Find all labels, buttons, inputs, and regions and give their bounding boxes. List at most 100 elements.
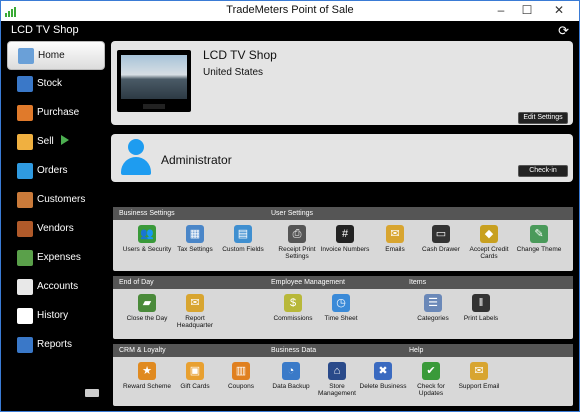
gift-cards-tile[interactable]: ▣ Gift Cards <box>169 362 221 390</box>
sidebar-item-history[interactable]: History <box>7 302 105 331</box>
coupons-icon: ▥ <box>232 362 250 380</box>
tax-settings-tile[interactable]: ▦ Tax Settings <box>169 225 221 253</box>
sidebar-item-label: Home <box>38 50 65 61</box>
clock-icon: ◷ <box>332 294 350 312</box>
shop-card: LCD TV Shop United States Edit Settings <box>111 41 573 125</box>
sidebar-item-sell[interactable]: Sell <box>7 128 105 157</box>
theme-icon: ✎ <box>530 225 548 243</box>
barcode-icon: ‖ <box>472 294 490 312</box>
sidebar-item-label: Customers <box>37 194 86 205</box>
maximize-button[interactable]: ☐ <box>514 2 540 19</box>
avatar <box>119 139 153 177</box>
sidebar-item-purchase[interactable]: Purchase <box>7 99 105 128</box>
tile-label: Users & Security <box>122 246 172 253</box>
section-user-settings: User Settings <box>271 210 314 217</box>
close-the-day-tile[interactable]: ▰ Close the Day <box>121 294 173 322</box>
commissions-tile[interactable]: $ Commissions <box>267 294 319 322</box>
tile-label: Commissions <box>273 315 313 322</box>
sell-icon <box>17 134 33 150</box>
sidebar-item-vendors[interactable]: Vendors <box>7 215 105 244</box>
categories-tile[interactable]: ☰ Categories <box>407 294 459 322</box>
panel-header: Business Settings User Settings <box>113 207 573 220</box>
check-for-updates-tile[interactable]: ✔ Check for Updates <box>405 362 457 397</box>
sidebar-item-customers[interactable]: Customers <box>7 186 105 215</box>
coupons-tile[interactable]: ▥ Coupons <box>215 362 267 390</box>
commissions-icon: $ <box>284 294 302 312</box>
receipt-print-settings-tile[interactable]: ⎙ Receipt Print Settings <box>271 225 323 260</box>
email-icon: ✉ <box>386 225 404 243</box>
app-window: TradeMeters Point of Sale – ☐ ✕ LCD TV S… <box>0 0 580 412</box>
tile-label: Gift Cards <box>180 383 210 390</box>
keyboard-icon[interactable] <box>85 389 99 397</box>
data-backup-tile[interactable]: ◔ Data Backup <box>265 362 317 390</box>
categories-icon: ☰ <box>424 294 442 312</box>
tile-label: Check for Updates <box>417 383 445 397</box>
users-icon: 👥 <box>138 225 156 243</box>
close-button[interactable]: ✕ <box>540 2 578 19</box>
shop-card-country: United States <box>203 67 264 78</box>
section-business-settings: Business Settings <box>119 210 175 217</box>
sidebar-item-label: Accounts <box>37 281 79 292</box>
history-icon <box>17 308 33 324</box>
orders-icon <box>17 163 33 179</box>
print-labels-tile[interactable]: ‖ Print Labels <box>455 294 507 322</box>
tile-label: Tax Settings <box>177 246 213 253</box>
report-headquarter-tile[interactable]: ✉ Report Headquarter <box>169 294 221 329</box>
calculator-icon: ▦ <box>186 225 204 243</box>
play-arrow-icon <box>61 135 69 145</box>
shop-card-name: LCD TV Shop <box>203 48 277 62</box>
operations-panel: End of Day Employee Management Items ▰ C… <box>113 276 573 339</box>
sidebar-item-stock[interactable]: Stock <box>7 70 105 99</box>
tile-label: Time Sheet <box>324 315 358 322</box>
sidebar-item-label: Expenses <box>37 252 81 263</box>
sidebar-item-orders[interactable]: Orders <box>7 157 105 186</box>
refresh-icon[interactable]: ⟳ <box>558 23 569 39</box>
support-email-tile[interactable]: ✉ Support Email <box>453 362 505 390</box>
delete-business-tile[interactable]: ✖ Delete Business <box>357 362 409 390</box>
reward-icon: ★ <box>138 362 156 380</box>
sidebar-item-home[interactable]: Home <box>7 41 105 70</box>
tile-label: Close the Day <box>126 315 168 322</box>
users-security-tile[interactable]: 👥 Users & Security <box>121 225 173 253</box>
tile-label: Coupons <box>227 383 255 390</box>
accept-credit-cards-tile[interactable]: ◆ Accept Credit Cards <box>463 225 515 260</box>
custom-fields-icon: ▤ <box>234 225 252 243</box>
store-management-tile[interactable]: ⌂ Store Management <box>311 362 363 397</box>
tile-label: Reward Scheme <box>122 383 172 390</box>
section-employee-management: Employee Management <box>271 279 345 286</box>
invoice-numbers-tile[interactable]: # Invoice Numbers <box>319 225 371 253</box>
reports-icon <box>17 337 33 353</box>
emails-tile[interactable]: ✉ Emails <box>369 225 421 253</box>
tile-label: Emails <box>385 246 405 253</box>
tile-label: Store Management <box>318 383 356 397</box>
tile-label: Invoice Numbers <box>320 246 370 253</box>
sidebar-item-label: Stock <box>37 78 63 89</box>
shop-name: LCD TV Shop <box>11 24 79 36</box>
reward-scheme-tile[interactable]: ★ Reward Scheme <box>121 362 173 390</box>
gift-card-icon: ▣ <box>186 362 204 380</box>
admin-name: Administrator <box>161 153 232 167</box>
hash-icon: # <box>336 225 354 243</box>
title-bar: TradeMeters Point of Sale – ☐ ✕ <box>1 1 579 21</box>
sidebar-item-reports[interactable]: Reports <box>7 331 105 360</box>
section-end-of-day: End of Day <box>119 279 154 286</box>
sidebar-item-label: Orders <box>37 165 68 176</box>
section-items: Items <box>409 279 427 286</box>
minimize-button[interactable]: – <box>488 2 514 19</box>
custom-fields-tile[interactable]: ▤ Custom Fields <box>217 225 269 253</box>
tile-label: Delete Business <box>359 383 407 390</box>
change-theme-tile[interactable]: ✎ Change Theme <box>513 225 565 253</box>
admin-card: Administrator Check-in <box>111 134 573 182</box>
tile-label: Support Email <box>458 383 500 390</box>
home-icon <box>18 48 34 64</box>
sidebar: Home Stock Purchase Sell Orders Customer… <box>7 41 105 360</box>
check-in-button[interactable]: Check-in <box>518 165 568 177</box>
sidebar-item-label: Sell <box>37 136 54 147</box>
sidebar-item-expenses[interactable]: Expenses <box>7 244 105 273</box>
section-crm-loyalty: CRM & Loyalty <box>119 347 166 354</box>
credit-card-icon: ◆ <box>480 225 498 243</box>
edit-settings-button[interactable]: Edit Settings <box>518 112 568 124</box>
cash-drawer-tile[interactable]: ▭ Cash Drawer <box>415 225 467 253</box>
time-sheet-tile[interactable]: ◷ Time Sheet <box>315 294 367 322</box>
sidebar-item-accounts[interactable]: Accounts <box>7 273 105 302</box>
